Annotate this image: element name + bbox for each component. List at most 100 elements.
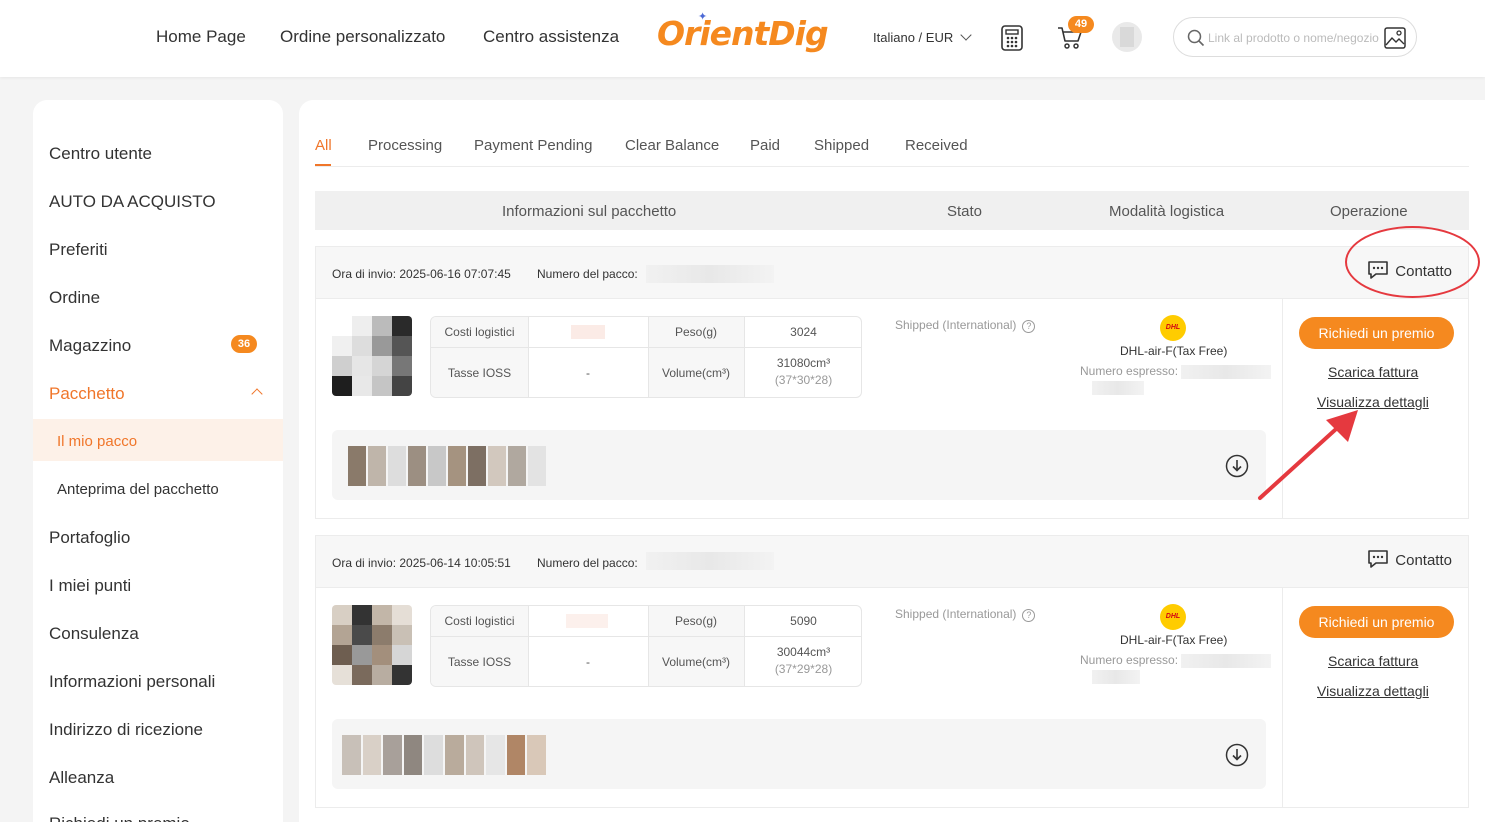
send-time-label: Ora di invio:	[332, 267, 397, 281]
table-header: Informazioni sul pacchetto Stato Modalit…	[315, 191, 1469, 230]
weight-value: 3024	[790, 325, 817, 339]
send-time-value: 2025-06-14 10:05:51	[399, 556, 511, 570]
tab-clear-balance[interactable]: Clear Balance	[625, 137, 719, 154]
item-thumbnails[interactable]	[348, 446, 546, 486]
contact-label: Contatto	[1395, 551, 1452, 569]
nav-help-center[interactable]: Centro assistenza	[483, 27, 619, 47]
volume-value: 30044cm³	[776, 645, 831, 659]
avatar[interactable]	[1112, 22, 1142, 52]
currency-label: EUR	[925, 30, 954, 45]
logistics-cost-label: Costi logistici	[431, 606, 528, 636]
contact-button[interactable]: Contatto	[1367, 550, 1452, 571]
dhl-logo-icon: DHL	[1160, 315, 1186, 341]
package-card-header: Ora di invio: 2025-06-14 10:05:51 Numero…	[316, 536, 1468, 588]
orientdig-logo[interactable]: OrientDig ✦	[657, 10, 829, 53]
sidebar-item-points[interactable]: I miei punti	[49, 576, 131, 596]
view-details-link[interactable]: Visualizza dettagli	[1317, 394, 1429, 410]
logistics-method: DHL-air-F(Tax Free)	[1120, 633, 1228, 647]
top-header: Home Page Ordine personalizzato Centro a…	[0, 0, 1485, 77]
header-operation: Operazione	[1330, 203, 1408, 220]
status-label: Shipped (International)	[895, 318, 1017, 332]
send-time-label: Ora di invio:	[332, 556, 397, 570]
download-icon[interactable]	[1225, 743, 1249, 767]
header-logistics: Modalità logistica	[1109, 203, 1225, 220]
warehouse-count-badge: 36	[231, 335, 257, 353]
tab-received[interactable]: Received	[905, 137, 968, 154]
logo-text: OrientDig	[657, 14, 829, 53]
tab-payment-pending[interactable]: Payment Pending	[474, 137, 592, 154]
download-invoice-link[interactable]: Scarica fattura	[1328, 653, 1418, 669]
package-number-redacted	[646, 552, 774, 570]
language-currency-selector[interactable]: Italiano / EUR	[873, 29, 972, 45]
sidebar-sub-my-package[interactable]: Il mio pacco	[57, 433, 137, 450]
download-invoice-link[interactable]: Scarica fattura	[1328, 364, 1418, 380]
tab-all[interactable]: All	[315, 137, 332, 154]
download-icon[interactable]	[1225, 454, 1249, 478]
chat-icon	[1368, 550, 1389, 568]
contact-label: Contatto	[1395, 262, 1452, 280]
sidebar-item-consulting[interactable]: Consulenza	[49, 624, 139, 644]
view-details-link[interactable]: Visualizza dettagli	[1317, 683, 1429, 699]
search-icon[interactable]	[1187, 29, 1205, 47]
contact-button[interactable]: Contatto	[1367, 261, 1452, 282]
sidebar-item-personal-info[interactable]: Informazioni personali	[49, 672, 215, 692]
package-info-table: Costi logistici Peso(g) 3024 Tasse IOSS …	[430, 316, 862, 398]
chevron-up-icon[interactable]	[251, 388, 263, 400]
ioss-label: Tasse IOSS	[431, 348, 528, 397]
header-status: Stato	[947, 203, 983, 220]
volume-dimensions: (37*29*28)	[774, 662, 833, 676]
express-number-redacted	[1181, 654, 1271, 668]
image-search-icon[interactable]	[1384, 27, 1406, 49]
tab-paid[interactable]: Paid	[750, 137, 780, 154]
language-label: Italiano	[873, 30, 915, 45]
package-card: Ora di invio: 2025-06-16 07:07:45 Numero…	[315, 246, 1469, 519]
tabs-divider	[315, 166, 1469, 167]
logistics-cost-redacted	[566, 614, 608, 628]
tab-shipped[interactable]: Shipped	[814, 137, 869, 154]
sidebar-item-favorites[interactable]: Preferiti	[49, 240, 108, 260]
sidebar-item-warehouse[interactable]: Magazzino	[49, 336, 131, 356]
search-bar	[1173, 17, 1417, 57]
volume-value: 31080cm³	[776, 356, 831, 370]
package-thumbnail[interactable]	[332, 605, 412, 685]
help-icon[interactable]: ?	[1022, 609, 1036, 622]
sidebar-item-package[interactable]: Pacchetto	[49, 384, 125, 404]
ioss-value: -	[586, 366, 590, 380]
search-input[interactable]	[1208, 28, 1380, 48]
volume-dimensions: (37*30*28)	[774, 373, 833, 387]
request-prize-button[interactable]: Richiedi un premio	[1299, 606, 1454, 638]
package-card-header: Ora di invio: 2025-06-16 07:07:45 Numero…	[316, 247, 1468, 299]
logistics-method: DHL-air-F(Tax Free)	[1120, 344, 1228, 358]
nav-custom-order[interactable]: Ordine personalizzato	[280, 27, 445, 47]
package-number-label: Numero del pacco:	[537, 556, 638, 570]
sidebar-item-request-prize[interactable]: Richiedi un premio	[49, 814, 190, 822]
volume-label: Volume(cm³)	[648, 348, 744, 397]
sidebar-item-alliance[interactable]: Alleanza	[49, 768, 114, 788]
package-info-table: Costi logistici Peso(g) 5090 Tasse IOSS …	[430, 605, 862, 687]
package-card: Ora di invio: 2025-06-14 10:05:51 Numero…	[315, 535, 1469, 808]
sidebar-item-purchase[interactable]: AUTO DA ACQUISTO	[49, 192, 216, 212]
status-label: Shipped (International)	[895, 607, 1017, 621]
express-number-label: Numero espresso:	[1080, 653, 1179, 667]
dhl-logo-icon: DHL	[1160, 604, 1186, 630]
tab-processing[interactable]: Processing	[368, 137, 442, 154]
send-time-value: 2025-06-16 07:07:45	[399, 267, 511, 281]
sidebar-item-user-center[interactable]: Centro utente	[49, 144, 152, 164]
sidebar-item-address[interactable]: Indirizzo di ricezione	[49, 720, 203, 740]
package-thumbnail[interactable]	[332, 316, 412, 396]
weight-value: 5090	[790, 614, 817, 628]
chat-icon	[1368, 261, 1389, 279]
package-number-label: Numero del pacco:	[537, 267, 638, 281]
sidebar-sub-package-preview[interactable]: Anteprima del pacchetto	[57, 481, 219, 498]
active-tab-indicator	[315, 164, 331, 166]
item-thumbnails[interactable]	[342, 735, 546, 775]
main-content: All Processing Payment Pending Clear Bal…	[299, 100, 1485, 822]
sidebar-item-wallet[interactable]: Portafoglio	[49, 528, 130, 548]
help-icon[interactable]: ?	[1022, 320, 1036, 333]
nav-home-page[interactable]: Home Page	[156, 27, 246, 47]
request-prize-button[interactable]: Richiedi un premio	[1299, 317, 1454, 349]
sidebar-item-orders[interactable]: Ordine	[49, 288, 100, 308]
express-number-redacted	[1181, 365, 1271, 379]
calculator-icon[interactable]	[1001, 25, 1023, 56]
sidebar: Centro utente AUTO DA ACQUISTO Preferiti…	[33, 100, 283, 822]
